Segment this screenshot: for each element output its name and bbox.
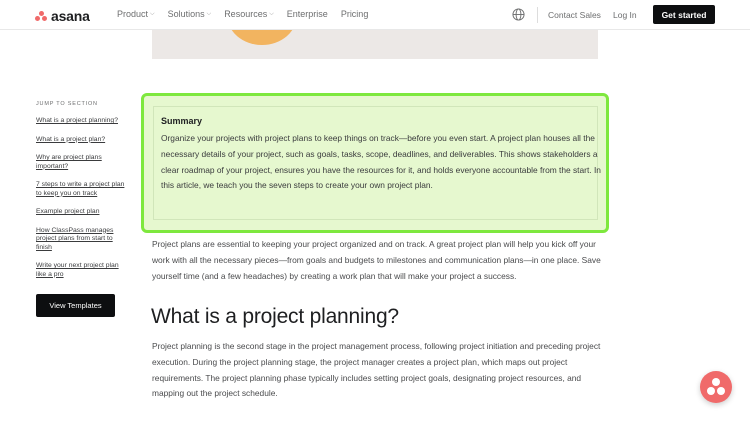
chevron-down-icon: ⌵ bbox=[206, 10, 212, 17]
intro-paragraph: Project plans are essential to keeping y… bbox=[152, 239, 601, 281]
toc-link-what-is-project-planning[interactable]: What is a project planning? bbox=[36, 117, 136, 126]
section-heading: What is a project planning? bbox=[151, 305, 399, 328]
nav-item-label: Enterprise bbox=[286, 9, 328, 19]
nav-item-label: Resources bbox=[224, 9, 268, 19]
hero-illustration bbox=[227, 30, 297, 45]
toc-link-write-next-plan[interactable]: Write your next project plan like a pro bbox=[36, 262, 128, 279]
asana-dots-icon bbox=[712, 378, 720, 386]
nav-item-label: Solutions bbox=[167, 9, 205, 19]
toc-link-classpass[interactable]: How ClassPass manages project plans from… bbox=[36, 227, 120, 253]
chevron-down-icon: ⌵ bbox=[150, 10, 155, 17]
globe-icon[interactable] bbox=[512, 8, 525, 21]
nav-item-resources[interactable]: Resources ⌵ bbox=[224, 9, 274, 19]
asana-dots-icon bbox=[35, 10, 47, 22]
asana-dots-icon bbox=[717, 387, 725, 395]
nav-item-pricing[interactable]: Pricing bbox=[341, 9, 369, 19]
logo-wordmark: asana bbox=[51, 8, 90, 24]
nav-item-enterprise[interactable]: Enterprise bbox=[287, 9, 328, 19]
chevron-down-icon: ⌵ bbox=[269, 10, 274, 17]
get-started-button[interactable]: Get started bbox=[653, 5, 715, 24]
contact-sales-link[interactable]: Contact Sales bbox=[548, 10, 601, 20]
nav-item-solutions[interactable]: Solutions ⌵ bbox=[168, 9, 212, 19]
body-paragraph: Project planning is the second stage in … bbox=[152, 341, 601, 399]
hero-image bbox=[152, 30, 598, 59]
top-nav: asana Product ⌵ Solutions ⌵ Resources ⌵ … bbox=[0, 0, 750, 30]
nav-item-label: Pricing bbox=[340, 9, 369, 19]
nav-divider bbox=[537, 7, 538, 23]
toc-link-why-important[interactable]: Why are project plans important? bbox=[36, 154, 114, 171]
toc-link-7-steps[interactable]: 7 steps to write a project plan to keep … bbox=[36, 181, 131, 198]
toc-link-what-is-project-plan[interactable]: What is a project plan? bbox=[36, 136, 136, 145]
asana-dots-icon bbox=[707, 387, 715, 395]
summary-title: Summary bbox=[161, 116, 203, 126]
help-chat-button[interactable] bbox=[700, 371, 732, 403]
summary-box: Summary Organize your projects with proj… bbox=[141, 93, 609, 233]
asana-logo[interactable]: asana bbox=[35, 8, 90, 24]
log-in-link[interactable]: Log In bbox=[613, 10, 637, 20]
nav-item-label: Product bbox=[117, 9, 149, 19]
nav-links: Product ⌵ Solutions ⌵ Resources ⌵ Enterp… bbox=[117, 9, 368, 19]
summary-text: Organize your projects with project plan… bbox=[161, 133, 601, 191]
toc-link-example-plan[interactable]: Example project plan bbox=[36, 208, 136, 217]
jump-to-section-heading: JUMP TO SECTION bbox=[36, 101, 98, 107]
nav-item-product[interactable]: Product ⌵ bbox=[117, 9, 155, 19]
table-of-contents: What is a project planning? What is a pr… bbox=[36, 117, 136, 289]
view-templates-button[interactable]: View Templates bbox=[36, 294, 115, 317]
